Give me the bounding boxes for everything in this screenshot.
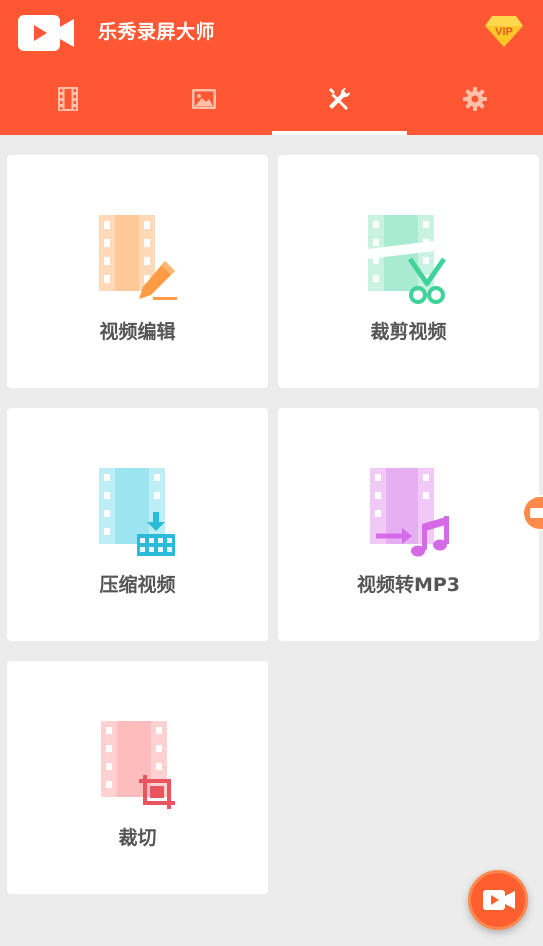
app-header: 乐秀录屏大师 VIP (0, 0, 543, 135)
tool-label: 裁切 (118, 827, 157, 849)
tool-card-video-compress[interactable]: 压缩视频 (7, 408, 268, 641)
video-edit-icon (98, 215, 177, 300)
record-camera-icon (483, 890, 515, 910)
video-to-mp3-icon (369, 468, 449, 557)
video-trim-icon (367, 215, 446, 304)
tab-settings[interactable] (407, 66, 543, 135)
tool-card-video-to-mp3[interactable]: 视频转MP3 (278, 408, 539, 641)
vip-badge-icon[interactable]: VIP (484, 14, 524, 48)
tool-label: 压缩视频 (99, 574, 176, 596)
tab-images[interactable] (136, 66, 272, 135)
vip-badge-text: VIP (495, 26, 513, 38)
tab-bar (0, 66, 543, 135)
tool-card-video-edit[interactable]: 视频编辑 (7, 155, 268, 388)
tab-videos[interactable] (0, 66, 136, 135)
tools-icon (329, 87, 351, 110)
tool-label: 裁剪视频 (370, 321, 447, 343)
video-crop-icon (100, 721, 175, 809)
video-compress-icon (98, 468, 175, 556)
image-icon (191, 88, 216, 109)
record-fab-button[interactable] (468, 870, 528, 930)
gear-icon (463, 86, 488, 111)
film-icon (57, 86, 78, 111)
tool-card-video-crop[interactable]: 裁切 (7, 661, 268, 894)
tool-label: 视频转MP3 (356, 574, 461, 596)
app-logo-icon (18, 15, 74, 51)
tab-tools[interactable] (271, 66, 408, 135)
app-title: 乐秀录屏大师 (98, 21, 216, 43)
tool-label: 视频编辑 (99, 321, 176, 343)
tool-card-video-trim[interactable]: 裁剪视频 (278, 155, 539, 388)
